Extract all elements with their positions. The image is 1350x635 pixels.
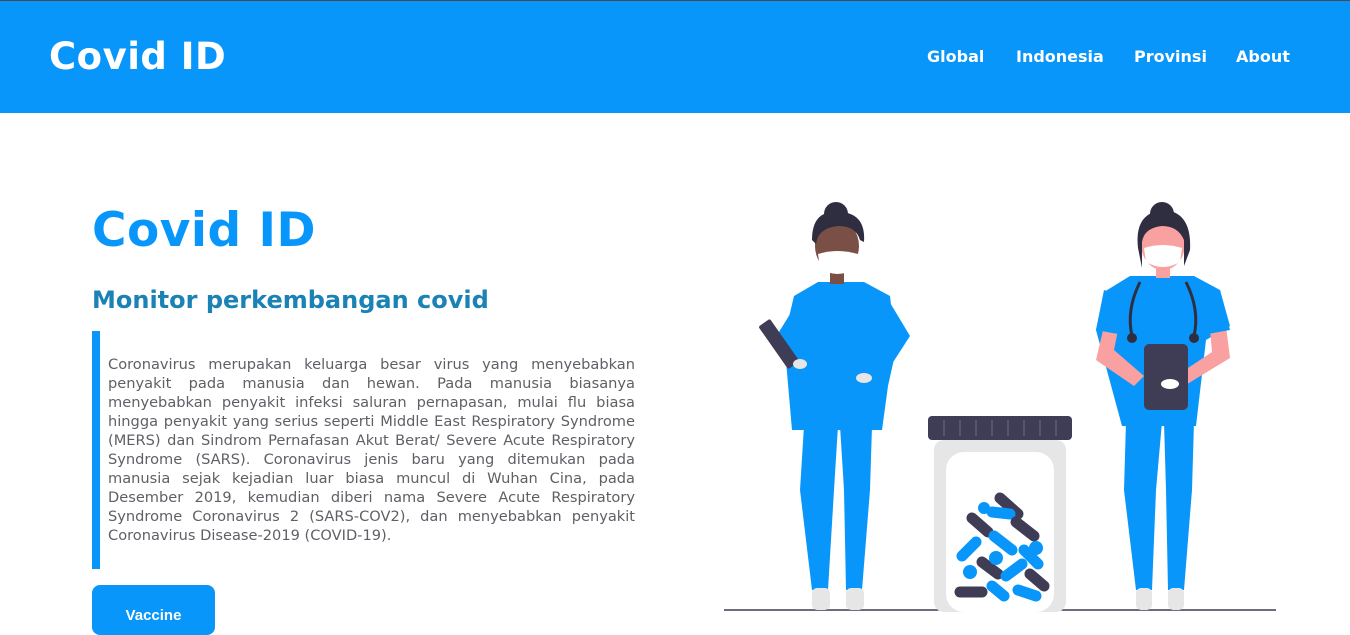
right-nurse-figure bbox=[1096, 202, 1230, 610]
medical-staff-illustration bbox=[724, 202, 1276, 612]
nav-link-indonesia[interactable]: Indonesia bbox=[1016, 47, 1104, 67]
hero-title: Covid ID bbox=[92, 203, 317, 258]
vaccine-button[interactable]: Vaccine bbox=[92, 585, 215, 635]
quote-accent-bar bbox=[92, 331, 100, 569]
pill-jar bbox=[928, 416, 1072, 612]
left-nurse-figure bbox=[759, 202, 910, 610]
nav-link-global[interactable]: Global bbox=[927, 47, 984, 67]
nav-link-about[interactable]: About bbox=[1236, 47, 1290, 67]
brand-logo[interactable]: Covid ID bbox=[49, 35, 226, 79]
hero-description: Coronavirus merupakan keluarga besar vir… bbox=[108, 356, 635, 544]
navbar: Covid ID Global Indonesia Provinsi About bbox=[0, 1, 1350, 113]
hero-subtitle: Monitor perkembangan covid bbox=[92, 286, 489, 314]
nav-link-provinsi[interactable]: Provinsi bbox=[1134, 47, 1207, 67]
